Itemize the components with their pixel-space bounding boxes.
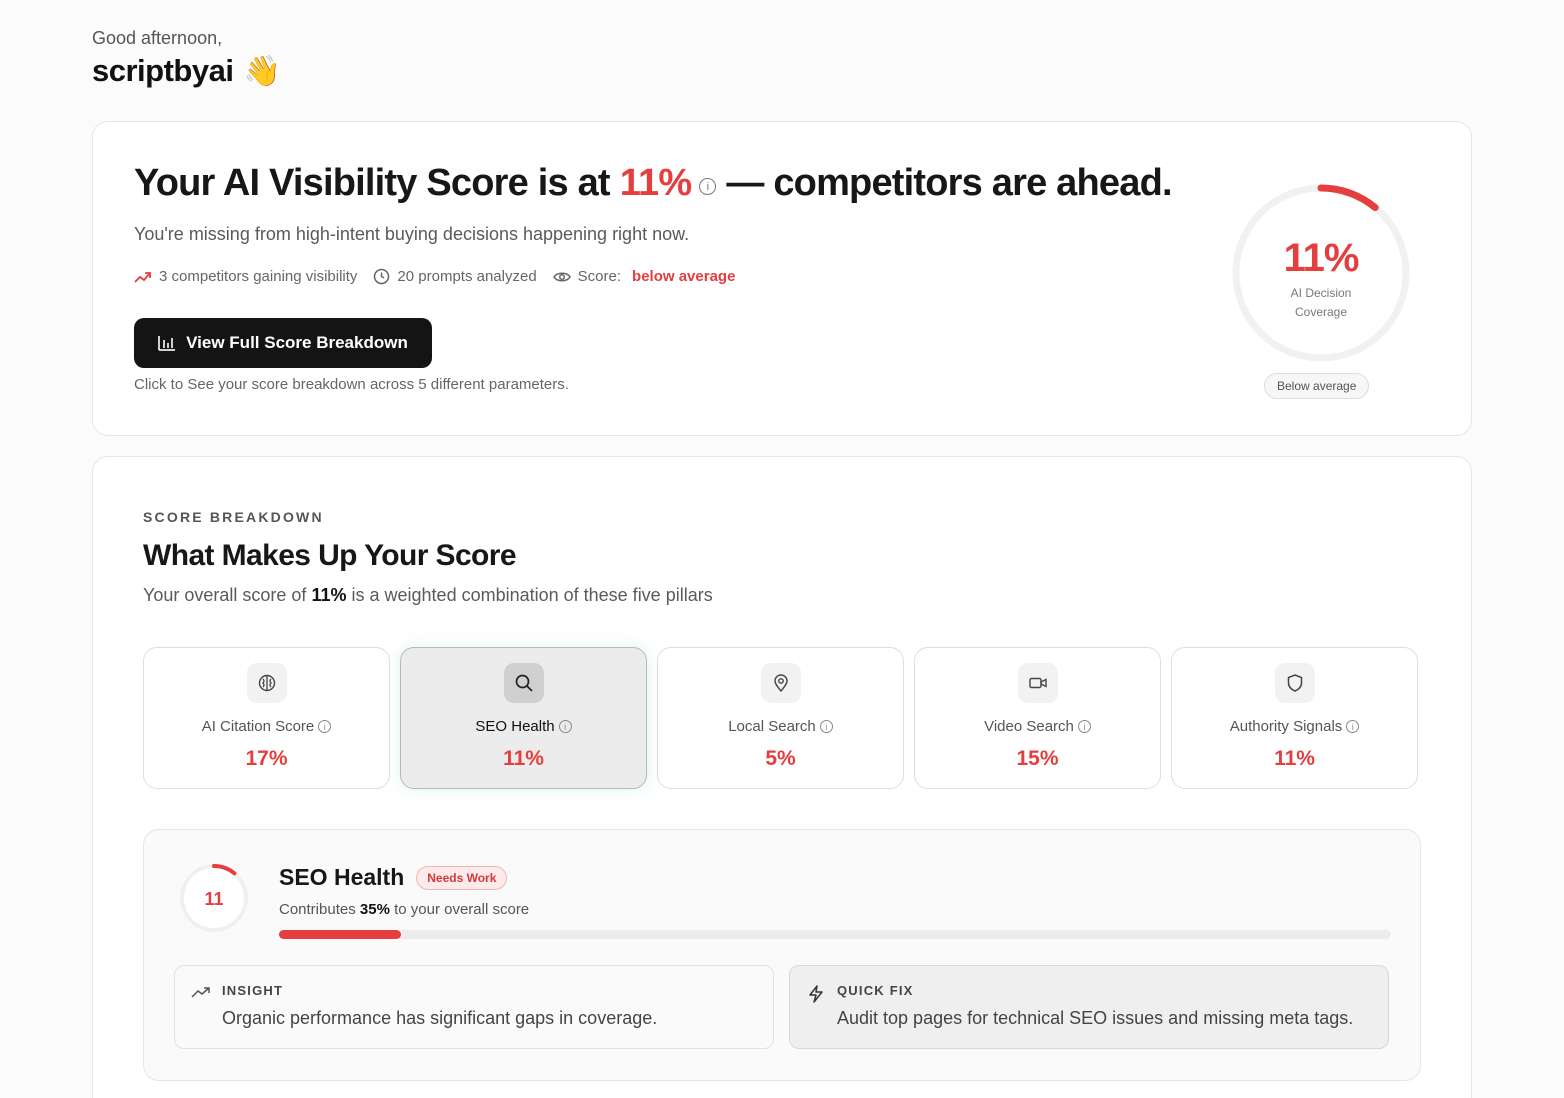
pillar-detail-title: SEO Health <box>279 864 405 890</box>
pillar-name: AI Citation Score <box>201 718 315 735</box>
pillar-detail-panel: 11 SEO Health Needs Work Contributes 35%… <box>143 829 1421 1081</box>
pillar-value: 17% <box>245 747 288 770</box>
insight-card: INSIGHT Organic performance has signific… <box>174 965 774 1049</box>
info-icon[interactable]: i <box>1346 720 1360 733</box>
meta-score: Score: below average <box>552 268 736 285</box>
coverage-gauge-label: AI Decision Coverage <box>1226 284 1416 322</box>
info-icon[interactable]: i <box>819 720 833 733</box>
video-icon <box>1028 677 1047 689</box>
insight-text: Organic performance has significant gaps… <box>222 1008 658 1028</box>
meta-prompts-text: 20 prompts analyzed <box>397 268 537 285</box>
contrib-prefix: Contributes <box>279 901 356 918</box>
meta-score-value: below average <box>632 268 736 285</box>
pillar-name: Local Search <box>728 718 816 735</box>
meta-competitors: 3 competitors gaining visibility <box>134 268 357 285</box>
pillar-detail-header: SEO Health Needs Work <box>279 864 508 891</box>
view-full-score-breakdown-label: View Full Score Breakdown <box>186 333 408 352</box>
pillar-video-search[interactable]: Video Search i 15% <box>914 647 1161 789</box>
map-pin-icon <box>773 674 788 693</box>
wave-emoji-icon: 👋 <box>243 54 281 88</box>
breakdown-desc-prefix: Your overall score of <box>143 585 307 605</box>
breakdown-title: What Makes Up Your Score <box>143 539 517 572</box>
shield-icon <box>1287 674 1302 692</box>
brain-icon <box>258 674 275 692</box>
pillar-value: 11% <box>1274 747 1315 770</box>
hero-hint: Click to See your score breakdown across… <box>134 376 569 393</box>
pillar-value: 5% <box>765 747 796 770</box>
info-icon[interactable]: i <box>1077 720 1091 733</box>
view-full-score-breakdown-button[interactable]: View Full Score Breakdown <box>134 318 432 368</box>
hero-meta: 3 competitors gaining visibility 20 prom… <box>134 268 735 285</box>
contrib-value: 35% <box>359 901 390 918</box>
trending-up-icon <box>191 987 210 998</box>
hero-title-prefix: Your AI Visibility Score is at <box>134 162 611 204</box>
bar-chart-icon <box>158 336 176 351</box>
username: scriptbyai <box>92 53 234 88</box>
hero-title: Your AI Visibility Score is at 11% i — c… <box>134 162 1173 205</box>
coverage-gauge-label-line1: AI Decision <box>1290 286 1352 300</box>
pillar-name: SEO Health <box>475 718 555 735</box>
contrib-suffix: to your overall score <box>394 901 530 918</box>
coverage-gauge-label-line2: Coverage <box>1294 305 1348 319</box>
meta-prompts: 20 prompts analyzed <box>373 268 537 285</box>
info-icon[interactable]: i <box>699 178 717 195</box>
pillar-contribution: Contributes 35% to your overall score <box>279 901 529 918</box>
insight-label: INSIGHT <box>222 983 284 998</box>
breakdown-desc-suffix: is a weighted combination of these five … <box>351 585 713 605</box>
quick-fix-text: Audit top pages for technical SEO issues… <box>837 1008 1354 1028</box>
meta-competitors-text: 3 competitors gaining visibility <box>159 268 358 285</box>
pillar-score-number: 11 <box>204 889 224 909</box>
meta-score-label: Score: <box>577 268 622 285</box>
greeting: Good afternoon, scriptbyai 👋 <box>92 28 281 89</box>
status-badge: Below average <box>1264 373 1370 399</box>
breakdown-description: Your overall score of 11% is a weighted … <box>143 585 713 606</box>
pillar-seo-health[interactable]: SEO Health i 11% <box>400 647 647 789</box>
breakdown-desc-score: 11% <box>311 585 347 605</box>
pillar-name: Authority Signals <box>1229 718 1343 735</box>
eye-icon <box>552 272 571 281</box>
pillar-local-search[interactable]: Local Search i 5% <box>657 647 904 789</box>
breakdown-eyebrow: SCORE BREAKDOWN <box>143 509 324 525</box>
greeting-salutation: Good afternoon, <box>92 28 223 48</box>
info-icon[interactable]: i <box>558 720 572 733</box>
pillar-value: 11% <box>503 747 544 770</box>
quick-fix-card: QUICK FIX Audit top pages for technical … <box>789 965 1389 1049</box>
lightning-icon <box>809 985 823 1003</box>
trending-up-icon <box>134 271 151 283</box>
search-icon <box>515 674 533 692</box>
hero-title-suffix: — competitors are ahead. <box>726 162 1172 204</box>
info-icon[interactable]: i <box>318 720 332 733</box>
coverage-gauge: 11% AI Decision Coverage <box>1226 178 1416 368</box>
hero-title-score: 11% <box>619 162 692 204</box>
pillar-progress-bar <box>279 930 1391 939</box>
pillar-score-ring: 11 <box>174 858 254 938</box>
pillar-progress-fill <box>279 930 402 939</box>
clock-icon <box>374 268 390 285</box>
pillar-authority-signals[interactable]: Authority Signals i 11% <box>1171 647 1418 789</box>
pillar-ai-citation-score[interactable]: AI Citation Score i 17% <box>143 647 390 789</box>
hero-lead: You're missing from high-intent buying d… <box>134 224 690 244</box>
pillar-name: Video Search <box>984 718 1074 735</box>
quick-fix-label: QUICK FIX <box>837 983 914 998</box>
needs-work-badge: Needs Work <box>416 865 508 890</box>
greeting-username-row: scriptbyai 👋 <box>92 53 281 89</box>
visibility-score-card: Your AI Visibility Score is at 11% i — c… <box>92 121 1472 436</box>
pillar-value: 15% <box>1016 747 1059 770</box>
score-breakdown-card: SCORE BREAKDOWN What Makes Up Your Score… <box>92 456 1472 1098</box>
pillar-list: AI Citation Score i 17% SEO Health i 11% L… <box>143 647 1418 789</box>
coverage-gauge-value: 11% <box>1283 236 1360 280</box>
